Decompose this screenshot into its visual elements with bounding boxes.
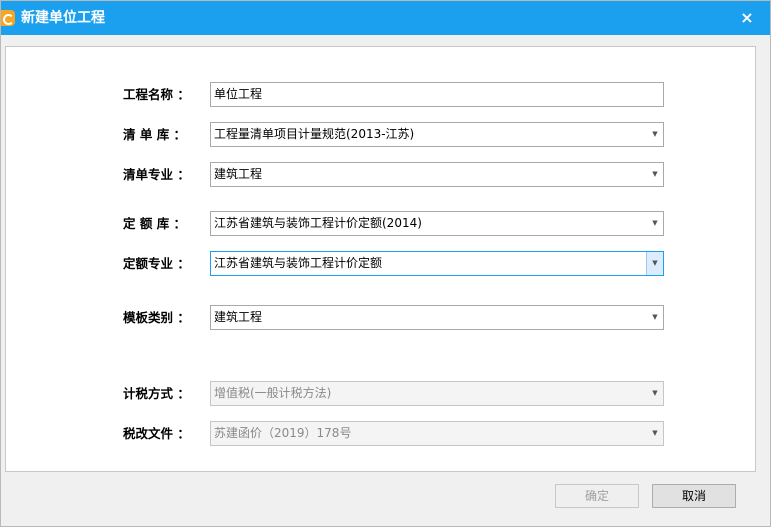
bill-library-select[interactable]: 工程量清单项目计量规范(2013-江苏) ▼: [210, 122, 664, 147]
tax-method-select: 增值税(一般计税方法) ▼: [210, 381, 664, 406]
quota-major-select[interactable]: 江苏省建筑与装饰工程计价定额 ▼: [210, 251, 664, 276]
chevron-down-icon[interactable]: ▼: [647, 212, 663, 235]
close-icon[interactable]: ×: [738, 9, 756, 27]
tax-document-value: 苏建函价（2019）178号: [214, 426, 352, 440]
project-name-label: 工程名称 ：: [123, 87, 190, 102]
bill-major-select[interactable]: 建筑工程 ▼: [210, 162, 664, 187]
chevron-down-icon[interactable]: ▼: [646, 252, 663, 275]
quota-library-select[interactable]: 江苏省建筑与装饰工程计价定额(2014) ▼: [210, 211, 664, 236]
bill-library-label: 清 单 库 ：: [123, 127, 187, 142]
template-type-select[interactable]: 建筑工程 ▼: [210, 305, 664, 330]
tax-document-select: 苏建函价（2019）178号 ▼: [210, 421, 664, 446]
quota-major-label: 定额专业 ：: [123, 256, 190, 271]
chevron-down-icon: ▼: [652, 429, 658, 437]
chevron-down-icon: ▼: [652, 389, 658, 397]
tax-document-label: 税改文件 ：: [123, 426, 190, 441]
app-logo-icon: [1, 10, 15, 26]
title-bar: 新建单位工程 ×: [1, 1, 770, 35]
quota-library-label: 定 额 库 ：: [123, 216, 187, 231]
template-type-value: 建筑工程: [214, 310, 263, 324]
chevron-down-icon[interactable]: ▼: [647, 163, 663, 186]
ok-button: 确定: [555, 484, 639, 508]
template-type-label: 模板类别 ：: [123, 310, 190, 325]
tax-method-label: 计税方式 ：: [123, 386, 190, 401]
bill-library-value: 工程量清单项目计量规范(2013-江苏): [214, 127, 415, 141]
chevron-down-icon[interactable]: ▼: [647, 123, 663, 146]
bill-major-label: 清单专业 ：: [123, 167, 190, 182]
tax-method-value: 增值税(一般计税方法): [214, 386, 332, 400]
form-panel: 工程名称 ： 单位工程 清 单 库 ： 工程量清单项目计量规范(2013-江苏)…: [5, 46, 756, 472]
quota-major-value: 江苏省建筑与装饰工程计价定额: [214, 256, 383, 270]
project-name-value: 单位工程: [214, 87, 263, 101]
project-name-input[interactable]: 单位工程: [210, 82, 664, 107]
new-unit-project-dialog: 新建单位工程 × 工程名称 ： 单位工程 清 单 库 ： 工程量清单项目计量规范…: [0, 0, 771, 527]
chevron-down-icon[interactable]: ▼: [647, 306, 663, 329]
quota-library-value: 江苏省建筑与装饰工程计价定额(2014): [214, 216, 422, 230]
bill-major-value: 建筑工程: [214, 167, 263, 181]
cancel-button[interactable]: 取消: [652, 484, 736, 508]
dialog-title: 新建单位工程: [21, 10, 105, 26]
